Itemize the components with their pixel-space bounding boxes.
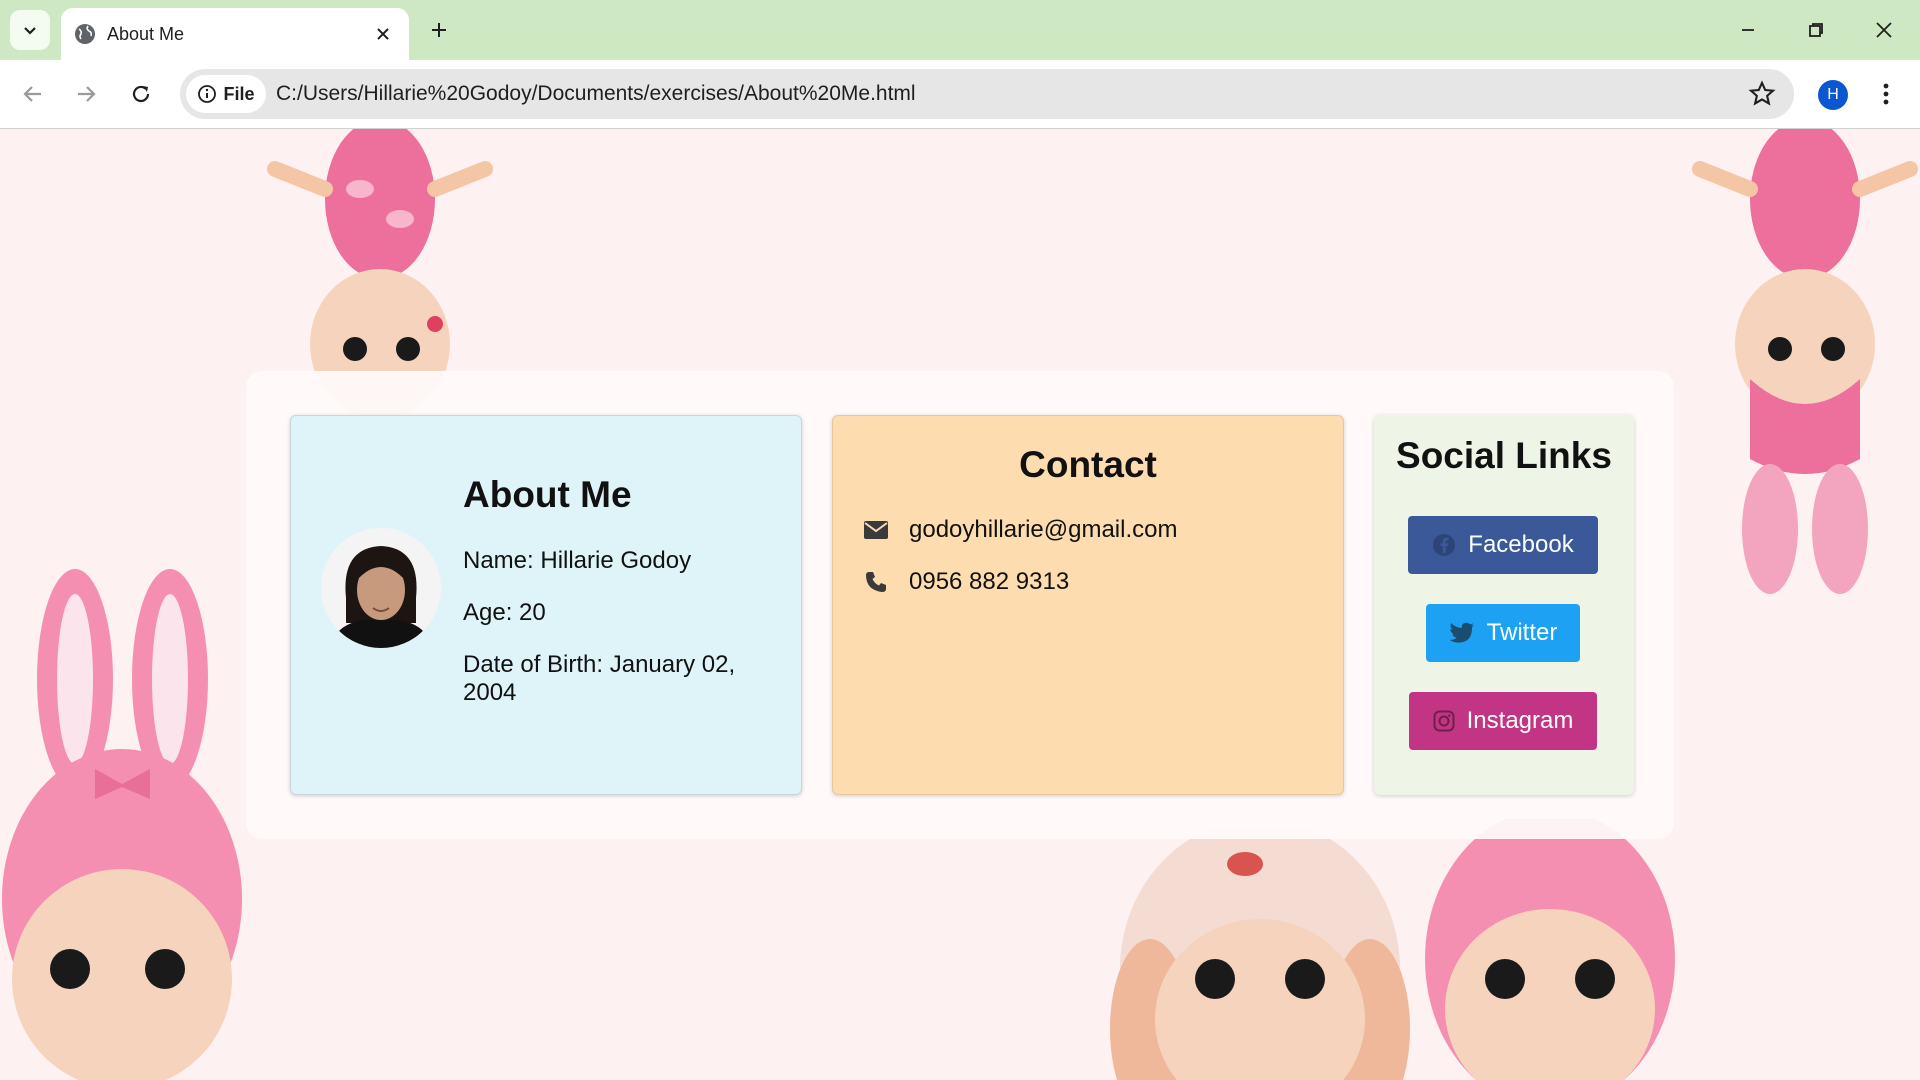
more-vert-icon — [1883, 83, 1889, 105]
chevron-down-icon — [24, 27, 36, 35]
address-bar[interactable]: File C:/Users/Hillarie%20Godoy/Documents… — [180, 69, 1794, 119]
profile-photo-image — [321, 528, 441, 648]
facebook-label: Facebook — [1468, 531, 1574, 558]
forward-button[interactable] — [66, 74, 106, 114]
browser-tab[interactable]: About Me — [61, 8, 409, 60]
about-card: About Me Name: Hillarie Godoy Age: 20 Da… — [290, 415, 802, 795]
profile-container: About Me Name: Hillarie Godoy Age: 20 Da… — [246, 371, 1674, 839]
browser-menu-button[interactable] — [1872, 76, 1900, 112]
profile-avatar[interactable]: H — [1818, 80, 1848, 110]
new-tab-button[interactable] — [423, 14, 455, 46]
about-dob: Date of Birth: January 02, 2004 — [463, 651, 736, 706]
profile-photo — [321, 528, 441, 648]
envelope-icon — [863, 517, 889, 543]
instagram-label: Instagram — [1466, 707, 1574, 734]
arrow-left-icon — [23, 86, 41, 102]
facebook-icon — [1433, 534, 1456, 556]
url-text[interactable]: C:/Users/Hillarie%20Godoy/Documents/exer… — [276, 82, 916, 106]
about-title: About Me — [463, 474, 632, 515]
tab-search-button[interactable] — [10, 10, 50, 50]
site-info-chip[interactable]: File — [186, 75, 266, 113]
tab-bar: About Me — [0, 0, 1920, 60]
facebook-button[interactable]: Facebook — [1408, 516, 1598, 574]
info-icon — [198, 85, 217, 103]
tab-title: About Me — [107, 23, 185, 44]
doll-figure-image — [1692, 129, 1918, 594]
contact-title: Contact — [1019, 444, 1157, 485]
about-age: Age: 20 — [463, 599, 546, 626]
close-tab-button[interactable] — [369, 20, 397, 48]
close-window-button[interactable] — [1864, 12, 1904, 48]
reload-button[interactable] — [121, 74, 161, 114]
browser-toolbar: File C:/Users/Hillarie%20Godoy/Documents… — [0, 60, 1920, 129]
about-name: Name: Hillarie Godoy — [463, 547, 692, 574]
twitter-label: Twitter — [1486, 619, 1558, 646]
doll-figure-image — [2, 569, 242, 1080]
close-icon — [1876, 22, 1892, 38]
twitter-button[interactable]: Twitter — [1426, 604, 1580, 662]
contact-phone-row: 0956 882 9313 — [863, 568, 1069, 596]
arrow-right-icon — [78, 86, 96, 102]
globe-icon — [75, 24, 95, 44]
close-icon — [377, 28, 389, 40]
file-chip-label: File — [223, 83, 255, 104]
instagram-button[interactable]: Instagram — [1409, 692, 1597, 750]
social-card: Social Links Facebook Twitter Instagram — [1374, 415, 1634, 795]
minimize-button[interactable] — [1728, 12, 1768, 48]
twitter-icon — [1449, 622, 1474, 643]
doll-figure-image — [1110, 829, 1410, 1080]
plus-icon — [432, 23, 446, 37]
reload-icon — [132, 85, 150, 103]
contact-email[interactable]: godoyhillarie@gmail.com — [909, 516, 1177, 544]
contact-email-row: godoyhillarie@gmail.com — [863, 516, 1177, 544]
star-icon[interactable] — [1748, 80, 1776, 108]
back-button[interactable] — [13, 74, 53, 114]
contact-card: Contact godoyhillarie@gmail.com 0956 882… — [832, 415, 1344, 795]
instagram-icon — [1433, 710, 1455, 732]
social-title: Social Links — [1396, 435, 1612, 476]
phone-icon — [863, 569, 889, 595]
restore-icon — [1809, 23, 1823, 37]
contact-phone[interactable]: 0956 882 9313 — [909, 568, 1069, 596]
minimize-icon — [1742, 29, 1754, 31]
restore-button[interactable] — [1796, 12, 1836, 48]
doll-figure-image — [1425, 819, 1675, 1080]
